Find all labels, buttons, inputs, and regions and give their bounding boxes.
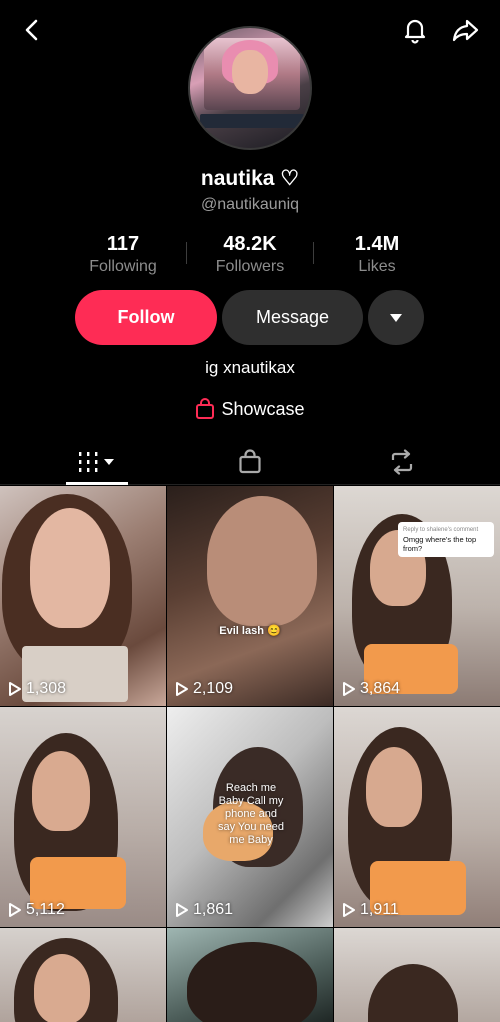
play-icon: [9, 903, 21, 917]
video-caption: Evil lash 😊: [219, 625, 281, 637]
stat-following-value: 117: [106, 233, 140, 255]
bell-icon: [404, 19, 426, 44]
more-options-button[interactable]: [368, 290, 424, 345]
view-count: 1,911: [342, 901, 399, 919]
grid-icon: [79, 452, 114, 472]
view-count: 1,861: [175, 901, 233, 919]
thumbnail-face: [34, 954, 90, 1022]
thumbnail-face: [366, 747, 422, 827]
stat-likes[interactable]: 1.4M Likes: [314, 232, 440, 280]
stat-likes-label: Likes: [358, 258, 396, 275]
stat-followers[interactable]: 48.2K Followers: [187, 232, 313, 280]
video-thumbnail[interactable]: Reply to shalene's comment Omgg where's …: [334, 486, 500, 706]
stat-following[interactable]: 117 Following: [60, 232, 186, 280]
view-count-value: 5,112: [26, 901, 65, 918]
thumbnail-hair: [368, 964, 458, 1022]
comment-text: Omgg where's the top from?: [403, 535, 477, 553]
thumbnail-face: [32, 751, 90, 831]
tab-reposts[interactable]: [380, 440, 424, 484]
view-count-value: 1,308: [26, 680, 67, 697]
play-icon: [176, 903, 188, 917]
avatar-photo-keyboard: [200, 114, 304, 128]
view-count-value: 2,109: [193, 680, 234, 697]
notification-button[interactable]: [397, 12, 433, 48]
showcase-link[interactable]: Showcase: [0, 398, 500, 420]
video-thumbnail[interactable]: [167, 928, 333, 1022]
view-count: 3,864: [342, 680, 400, 698]
active-tab-indicator: [66, 482, 128, 485]
chevron-left-icon: [25, 19, 38, 41]
message-button[interactable]: Message: [222, 290, 363, 345]
profile-handle: @nautikauniq: [200, 196, 300, 213]
back-button[interactable]: [14, 12, 50, 48]
tab-shop[interactable]: [228, 440, 272, 484]
view-count: 5,112: [8, 901, 65, 919]
thumbnail-face: [207, 496, 317, 626]
avatar-photo-face: [232, 50, 268, 94]
video-thumbnail[interactable]: [0, 928, 166, 1022]
stat-likes-value: 1.4M: [354, 233, 400, 255]
profile-name: nautika ♡: [200, 167, 300, 190]
stat-followers-value: 48.2K: [223, 233, 277, 255]
repost-icon: [391, 449, 413, 475]
thumbnail-face: [30, 508, 110, 628]
view-count-value: 1,911: [360, 901, 399, 918]
play-icon: [343, 903, 355, 917]
video-thumbnail[interactable]: [334, 928, 500, 1022]
view-count: 1,308: [8, 680, 66, 698]
share-button[interactable]: [448, 12, 484, 48]
shopping-bag-icon: [196, 398, 215, 419]
video-thumbnail[interactable]: 1,308: [0, 486, 166, 706]
view-count: 2,109: [175, 680, 233, 698]
showcase-label: Showcase: [221, 398, 305, 419]
shopping-bag-outline-icon: [239, 449, 261, 474]
video-thumbnail[interactable]: 5,112: [0, 707, 166, 927]
content-tabs: [0, 440, 500, 485]
thumbnail-hair: [187, 942, 317, 1022]
profile-bio: ig xnautikax: [205, 358, 295, 377]
view-count-value: 3,864: [360, 680, 401, 697]
tab-videos[interactable]: [66, 440, 128, 484]
profile-stats: 117 Following 48.2K Followers 1.4M Likes: [60, 232, 440, 280]
profile-avatar[interactable]: [188, 26, 312, 150]
video-thumbnail[interactable]: Reach me Baby Call my phone and say You …: [167, 707, 333, 927]
play-icon: [176, 682, 188, 696]
reply-comment-bubble: Reply to shalene's comment Omgg where's …: [398, 522, 494, 557]
stat-followers-label: Followers: [215, 258, 285, 275]
view-count-value: 1,861: [193, 901, 234, 918]
video-thumbnail[interactable]: 1,911: [334, 707, 500, 927]
play-icon: [343, 682, 355, 696]
stat-following-label: Following: [89, 258, 157, 275]
caret-down-icon: [390, 313, 402, 322]
video-thumbnail[interactable]: Evil lash 😊 2,109: [167, 486, 333, 706]
comment-header: Reply to shalene's comment: [403, 527, 479, 533]
play-icon: [9, 682, 21, 696]
video-overlay-text: Reach me Baby Call my phone and say You …: [217, 782, 285, 846]
follow-button[interactable]: Follow: [75, 290, 217, 345]
share-arrow-icon: [452, 19, 479, 42]
